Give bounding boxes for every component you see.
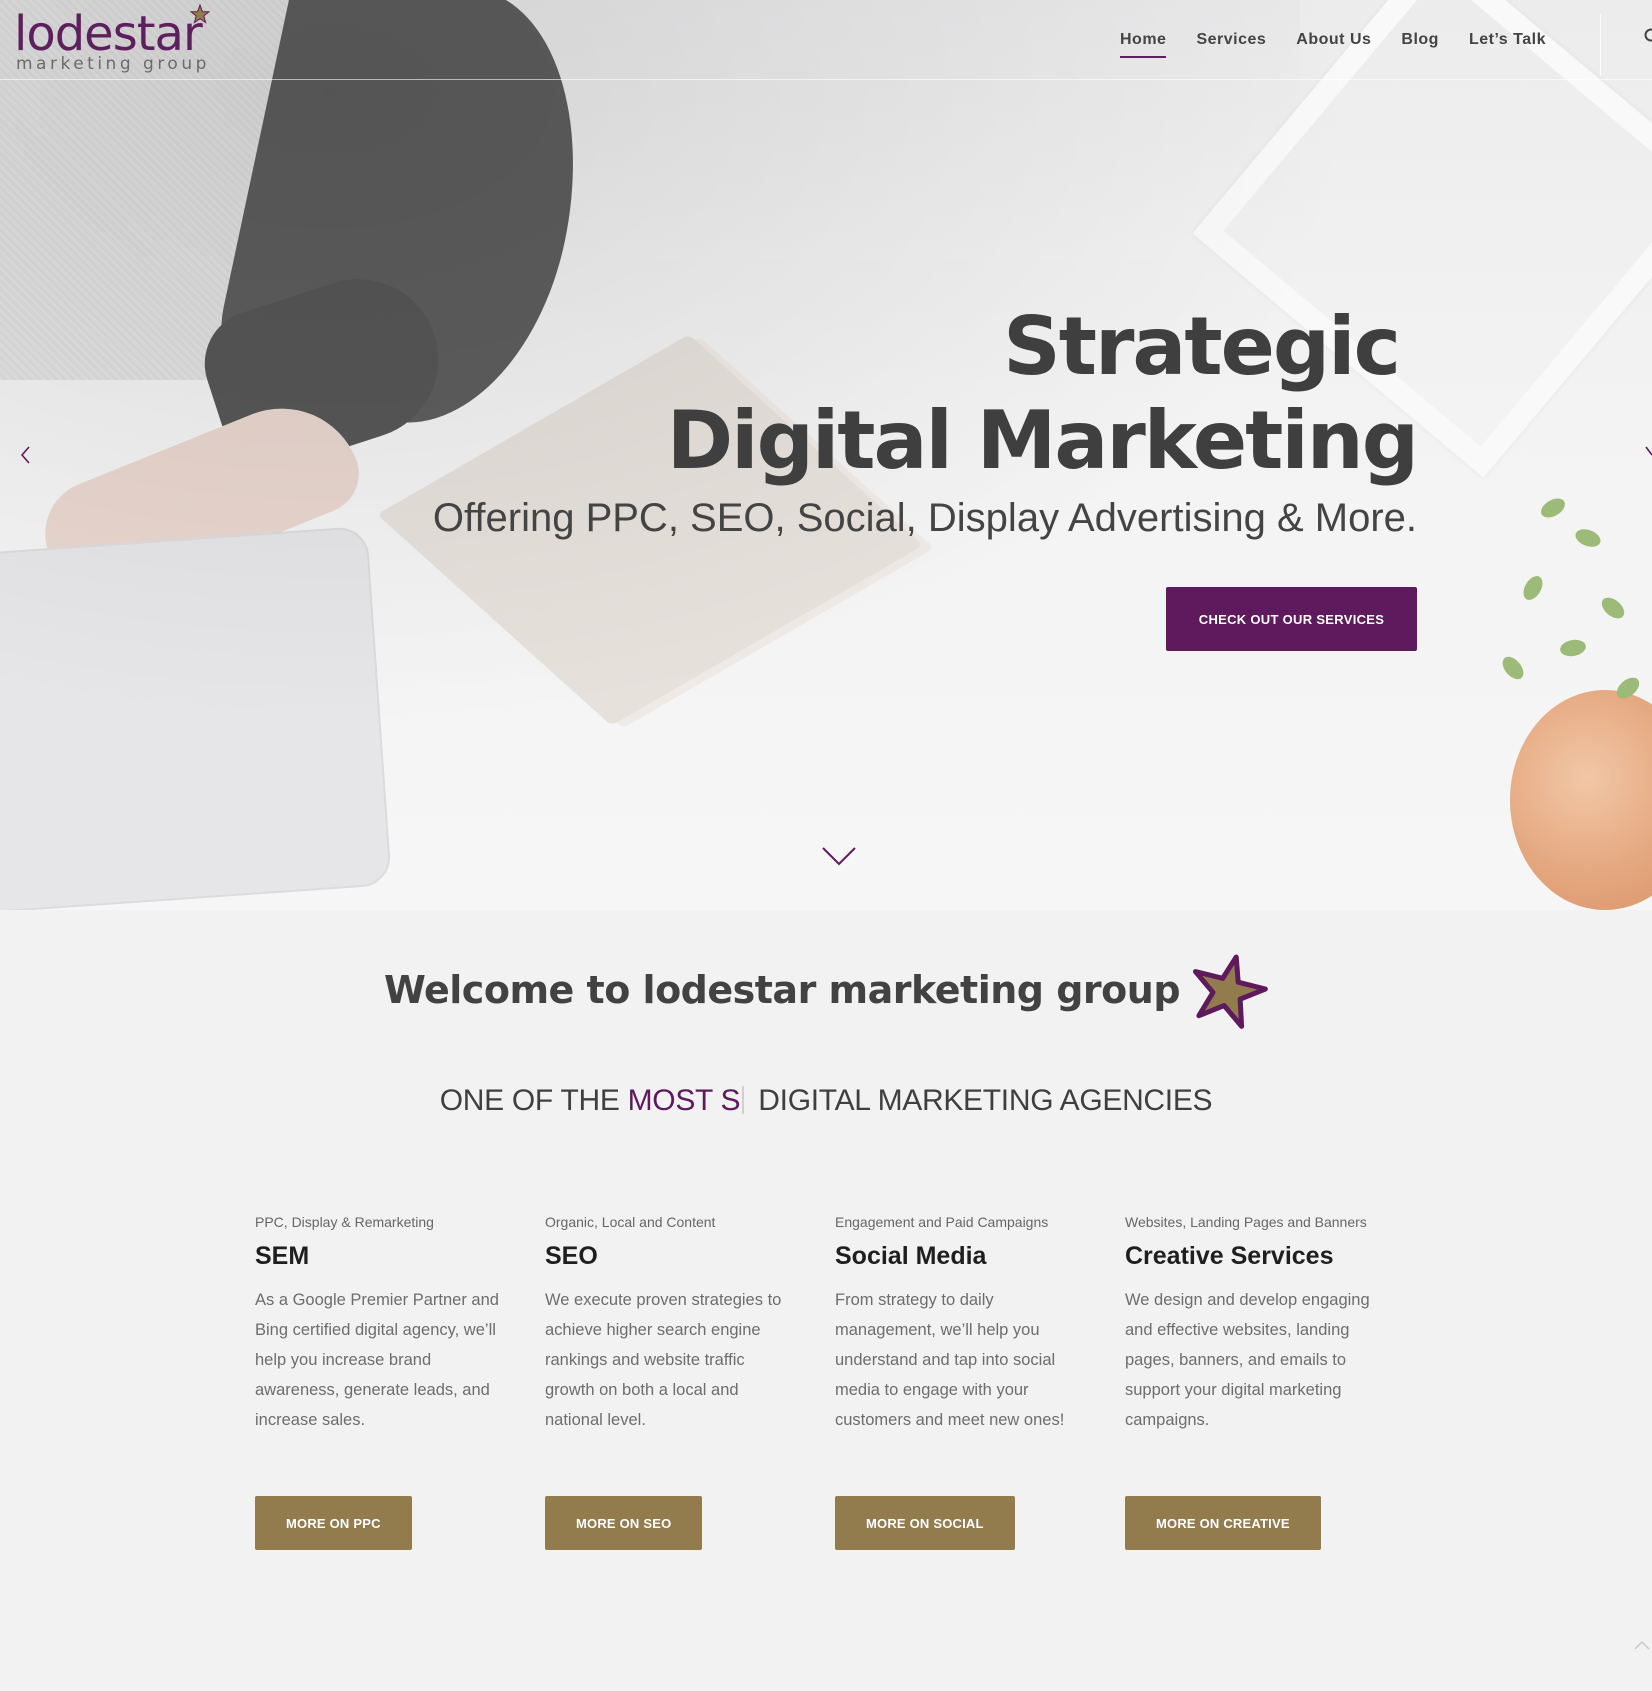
more-on-creative-button[interactable]: MORE ON CREATIVE [1125, 1496, 1321, 1550]
service-card-seo: Organic, Local and Content SEO We execut… [545, 1214, 835, 1554]
service-title: Social Media [835, 1242, 987, 1270]
hero-title-line-1: Strategic [1003, 300, 1401, 393]
chevron-right-icon[interactable] [1644, 444, 1652, 466]
service-description: We execute proven strategies to achieve … [545, 1291, 782, 1429]
main-menu: Home Services About Us Blog Let’s Talk [1120, 28, 1576, 58]
hero-title: Strategic Digital Marketing [666, 300, 1419, 488]
tagline-prefix: ONE OF THE [439, 1084, 628, 1117]
welcome-heading: Welcome to lodestar marketing group [384, 950, 1268, 1030]
nav-item-home[interactable]: Home [1120, 28, 1167, 58]
welcome-title-text: Welcome to lodestar marketing group [383, 968, 1181, 1012]
nav-item-services[interactable]: Services [1196, 28, 1266, 58]
welcome-section: Welcome to lodestar marketing group [0, 950, 1652, 1030]
nav-item-lets-talk[interactable]: Let’s Talk [1469, 28, 1546, 58]
tagline-highlight: MOST S [627, 1084, 741, 1117]
more-on-ppc-button[interactable]: MORE ON PPC [255, 1496, 412, 1550]
service-eyebrow: Organic, Local and Content [545, 1214, 716, 1230]
services-grid: PPC, Display & Remarketing SEM As a Goog… [255, 1214, 1415, 1554]
service-eyebrow: Engagement and Paid Campaigns [835, 1214, 1049, 1230]
service-title: SEM [255, 1242, 310, 1270]
star-icon [1193, 954, 1268, 1029]
check-out-services-button[interactable]: CHECK OUT OUR SERVICES [1166, 587, 1417, 651]
service-card-social-media: Engagement and Paid Campaigns Social Med… [835, 1214, 1125, 1554]
nav-divider [1600, 14, 1601, 76]
agency-tagline: ONE OF THE MOST S DIGITAL MARKETING AGEN… [0, 1084, 1652, 1118]
service-title: SEO [545, 1242, 598, 1270]
chevron-left-icon[interactable] [18, 444, 32, 466]
service-description: We design and develop engaging and effec… [1125, 1291, 1370, 1429]
top-navigation: lodestar marketing group Home Services A… [0, 0, 1652, 80]
search-icon[interactable] [1644, 28, 1652, 46]
nav-item-about-us[interactable]: About Us [1296, 28, 1371, 58]
service-description: As a Google Premier Partner and Bing cer… [255, 1291, 499, 1429]
tagline-suffix: DIGITAL MARKETING AGENCIES [750, 1084, 1213, 1117]
chevron-up-icon[interactable] [1634, 1640, 1650, 1650]
hero-subtitle: Offering PPC, SEO, Social, Display Adver… [432, 496, 1417, 540]
more-on-seo-button[interactable]: MORE ON SEO [545, 1496, 703, 1550]
more-on-social-button[interactable]: MORE ON SOCIAL [835, 1496, 1015, 1550]
chevron-down-icon[interactable] [822, 846, 856, 866]
service-card-sem: PPC, Display & Remarketing SEM As a Goog… [255, 1214, 545, 1554]
typing-caret [742, 1086, 745, 1114]
service-description: From strategy to daily management, we’ll… [835, 1291, 1065, 1429]
hero-title-line-2: Digital Marketing [666, 394, 1419, 487]
service-eyebrow: PPC, Display & Remarketing [255, 1214, 434, 1230]
nav-item-blog[interactable]: Blog [1401, 28, 1439, 58]
service-card-creative: Websites, Landing Pages and Banners Crea… [1125, 1214, 1415, 1554]
service-title: Creative Services [1125, 1242, 1334, 1270]
service-eyebrow: Websites, Landing Pages and Banners [1125, 1214, 1367, 1230]
logo-star-icon [190, 4, 210, 24]
logo-tagline: marketing group [16, 54, 210, 74]
